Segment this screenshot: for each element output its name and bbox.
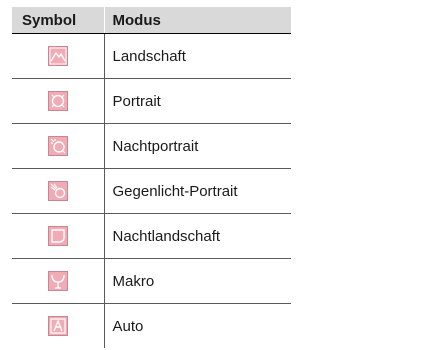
symbol-cell [12, 258, 105, 304]
header-modus: Modus [104, 7, 291, 34]
night-portrait-mode-icon [47, 136, 68, 156]
table-header-row: Symbol Modus [12, 7, 291, 34]
table-row: Portrait [12, 78, 291, 124]
symbol-cell [12, 123, 105, 169]
scene-mode-table: Symbol Modus Landschaft Portrait Nachtpo… [12, 7, 291, 348]
portrait-mode-icon [47, 91, 68, 111]
symbol-cell [12, 78, 105, 124]
symbol-cell [12, 303, 105, 348]
night-landscape-mode-icon [47, 226, 68, 246]
table-row: Landschaft [12, 33, 291, 79]
mode-cell: Gegenlicht-Portrait [104, 168, 291, 214]
mode-cell: Nachtportrait [104, 123, 291, 169]
table-row: Gegenlicht-Portrait [12, 168, 291, 214]
header-symbol: Symbol [12, 7, 105, 34]
table-row: Nachtlandschaft [12, 213, 291, 259]
table-row: Makro [12, 258, 291, 304]
table-row: Nachtportrait [12, 123, 291, 169]
symbol-cell [12, 168, 105, 214]
mode-cell: Landschaft [104, 33, 291, 79]
auto-mode-icon [47, 316, 68, 336]
backlight-portrait-mode-icon [47, 181, 68, 201]
mode-cell: Nachtlandschaft [104, 213, 291, 259]
macro-mode-icon [47, 271, 68, 291]
symbol-cell [12, 33, 105, 79]
table-row: Auto [12, 303, 291, 348]
symbol-cell [12, 213, 105, 259]
mode-cell: Makro [104, 258, 291, 304]
mode-cell: Auto [112, 317, 144, 335]
scene-mode-table-container: Symbol Modus Landschaft Portrait Nachtpo… [12, 7, 291, 348]
landscape-mode-icon [47, 46, 68, 66]
mode-cell: Portrait [104, 78, 291, 124]
